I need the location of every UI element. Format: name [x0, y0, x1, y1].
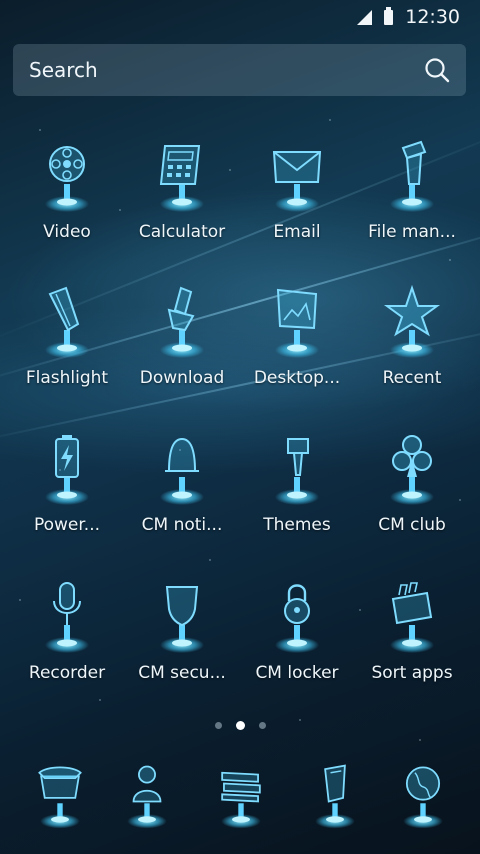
padlock-icon — [275, 584, 319, 653]
contacts-icon — [127, 765, 167, 829]
page-dot[interactable] — [258, 722, 266, 729]
app-cm-security[interactable]: CM secu... — [122, 579, 242, 683]
status-bar: 12:30 — [0, 0, 480, 34]
dock — [0, 762, 480, 842]
app-label: CM secu... — [138, 663, 226, 683]
app-desktop[interactable]: Desktop... — [237, 284, 357, 388]
app-row: Power... CM noti... Themes CM club — [0, 431, 480, 551]
battery-status-icon — [384, 6, 394, 25]
calculator-icon — [159, 145, 204, 212]
page-indicator — [0, 721, 480, 730]
app-label: CM club — [378, 515, 446, 535]
bell-icon — [160, 437, 204, 505]
app-label: Desktop... — [253, 368, 341, 388]
search-placeholder: Search — [29, 58, 98, 82]
paint-brush-icon — [275, 438, 319, 505]
dock-browser[interactable] — [363, 762, 480, 832]
app-label: File man... — [368, 222, 456, 242]
star-icon — [383, 284, 441, 358]
app-label: Download — [139, 368, 225, 388]
app-label: Email — [273, 222, 321, 242]
club-icon — [390, 435, 434, 505]
film-reel-icon — [45, 146, 89, 212]
app-cm-notify[interactable]: CM noti... — [122, 431, 242, 535]
app-label: Sort apps — [371, 663, 453, 683]
desktop-frame-icon — [275, 288, 319, 358]
app-download[interactable]: Download — [122, 284, 242, 388]
browser-globe-icon — [403, 766, 443, 829]
page-dot-active[interactable] — [235, 721, 245, 730]
app-label: CM noti... — [141, 515, 223, 535]
file-manager-icon — [390, 140, 434, 212]
app-label: Flashlight — [25, 368, 109, 388]
app-calculator[interactable]: Calculator — [122, 138, 242, 242]
sort-apps-icon — [390, 582, 434, 653]
app-label: Recorder — [28, 663, 106, 683]
shield-icon — [160, 586, 204, 653]
app-cm-club[interactable]: CM club — [352, 431, 472, 535]
app-label: Themes — [263, 515, 331, 535]
app-flashlight[interactable]: Flashlight — [7, 284, 127, 388]
app-recent[interactable]: Recent — [352, 284, 472, 388]
app-video[interactable]: Video — [7, 138, 127, 242]
app-cm-locker[interactable]: CM locker — [237, 579, 357, 683]
app-themes[interactable]: Themes — [237, 431, 357, 535]
download-icon — [160, 286, 204, 358]
app-label: Power... — [33, 515, 101, 535]
messages-icon — [221, 771, 261, 829]
phone-icon — [38, 766, 82, 829]
search-icon[interactable] — [424, 57, 450, 83]
app-row: Video Calculator Email File man... — [0, 138, 480, 258]
battery-icon — [45, 435, 89, 505]
page-dot[interactable] — [214, 722, 222, 729]
app-recorder[interactable]: Recorder — [7, 579, 127, 683]
app-file-manager[interactable]: File man... — [352, 138, 472, 242]
envelope-icon — [272, 151, 322, 212]
search-bar[interactable]: Search — [13, 44, 466, 96]
app-sort-apps[interactable]: Sort apps — [352, 579, 472, 683]
flashlight-icon — [45, 286, 89, 358]
status-time: 12:30 — [405, 6, 460, 28]
app-power[interactable]: Power... — [7, 431, 127, 535]
app-row: Recorder CM secu... CM locker Sort apps — [0, 579, 480, 699]
microphone-icon — [45, 582, 89, 653]
camera-icon — [315, 764, 355, 829]
app-email[interactable]: Email — [237, 138, 357, 242]
app-label: Calculator — [138, 222, 226, 242]
app-label: Recent — [382, 368, 442, 388]
app-row: Flashlight Download Desktop... Recent — [0, 284, 480, 404]
signal-icon — [357, 9, 373, 25]
app-label: CM locker — [255, 663, 339, 683]
app-label: Video — [43, 222, 91, 242]
